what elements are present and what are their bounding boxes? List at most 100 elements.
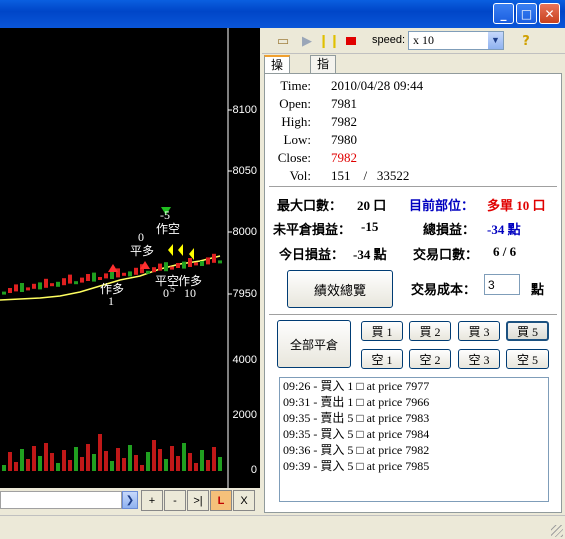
- candle: [20, 283, 24, 292]
- value: 2010/04/28 09:44: [331, 78, 424, 93]
- label: Open:: [279, 96, 311, 111]
- volume-bar: [170, 446, 174, 471]
- zoom-in-button[interactable]: +: [141, 490, 163, 511]
- candle: [164, 262, 168, 272]
- folder-open-icon[interactable]: ▭: [274, 32, 292, 50]
- buy-5-button[interactable]: 買 5: [506, 321, 549, 341]
- volume-bar: [158, 449, 162, 471]
- candle: [26, 287, 30, 291]
- candle: [218, 260, 222, 264]
- volume-bar: [128, 445, 132, 471]
- tab-operate[interactable]: 操作: [264, 55, 291, 89]
- candle: [212, 253, 216, 263]
- volume-bar: [68, 460, 72, 471]
- price-tick-7950: 7950: [232, 288, 257, 300]
- zoom-out-button[interactable]: -: [164, 490, 186, 511]
- unrealized-label: 未平倉損益：: [273, 222, 352, 237]
- ohlc-row-high: High: 7982: [265, 114, 561, 132]
- total-pnl-label: 總損益：: [423, 222, 476, 237]
- x-button[interactable]: X: [233, 490, 255, 511]
- annotation-short: 作空: [156, 222, 181, 236]
- current-position-value: 多單 10 口: [487, 198, 546, 213]
- volume-bar: [146, 452, 150, 471]
- value: 7980: [331, 132, 357, 147]
- performance-button[interactable]: 績效總覽: [287, 270, 393, 308]
- maximize-icon[interactable]: □: [516, 3, 537, 24]
- label: High:: [281, 114, 311, 129]
- volume-bar: [14, 462, 18, 471]
- buy-3-button[interactable]: 買 3: [458, 321, 500, 341]
- ohlc-row-time: Time: 2010/04/28 09:44: [265, 78, 561, 96]
- max-lots-value: 20 口: [357, 198, 387, 213]
- annotation-long-qty: 1: [108, 294, 114, 308]
- value: 7982: [331, 114, 357, 129]
- price-tick-8100: 8100: [232, 104, 257, 116]
- sell-5-button[interactable]: 空 5: [506, 349, 549, 369]
- sell-2-button[interactable]: 空 2: [409, 349, 451, 369]
- buy-1-button[interactable]: 買 1: [361, 321, 403, 341]
- pause-icon[interactable]: ❙❙: [318, 32, 340, 50]
- buy-2-button[interactable]: 買 2: [409, 321, 451, 341]
- play-icon[interactable]: ▶: [298, 32, 316, 50]
- vol-tick-4000: 4000: [232, 354, 257, 366]
- volume-bar: [134, 455, 138, 471]
- candle: [68, 274, 72, 284]
- value: 7982: [331, 150, 357, 165]
- l-button[interactable]: L: [210, 490, 232, 511]
- candle: [158, 263, 162, 271]
- current-position-label: 目前部位：: [409, 198, 475, 213]
- value: 7981: [331, 96, 357, 111]
- sell-3-button[interactable]: 空 3: [458, 349, 500, 369]
- candle: [8, 288, 12, 293]
- volume-bar: [110, 461, 114, 471]
- sell-1-button[interactable]: 空 1: [361, 349, 403, 369]
- volume-bar: [32, 446, 36, 471]
- scroll-right-icon[interactable]: ❯: [122, 491, 138, 509]
- volume-bar: [182, 443, 186, 471]
- candle: [146, 270, 150, 274]
- candle: [56, 281, 60, 287]
- volume-bar: [188, 453, 192, 471]
- speed-value: x 10: [413, 33, 434, 47]
- ohlc-row-open: Open: 7981: [265, 96, 561, 114]
- chart-controls: ❯ + - >| L X: [0, 488, 260, 513]
- label: Close:: [277, 150, 311, 165]
- speed-select[interactable]: x 10 ▼: [408, 31, 504, 50]
- candle: [134, 267, 138, 275]
- candle: [74, 281, 78, 285]
- volume-bar: [140, 465, 144, 471]
- chart-scrollbar[interactable]: [0, 491, 122, 509]
- help-icon[interactable]: ?: [517, 32, 535, 50]
- tab-indicators[interactable]: 指標: [310, 55, 337, 88]
- annotation-close-long: 平多: [130, 244, 155, 258]
- chevron-down-icon[interactable]: ▼: [488, 32, 503, 49]
- close-icon[interactable]: ✕: [539, 3, 560, 24]
- volume-bar: [56, 463, 60, 471]
- volume-bar: [104, 451, 108, 471]
- stop-icon[interactable]: [342, 32, 360, 50]
- candle: [92, 272, 96, 282]
- go-last-button[interactable]: >|: [187, 490, 209, 511]
- volume-bar: [62, 450, 66, 471]
- label: Low:: [283, 132, 311, 147]
- resize-grip-icon[interactable]: [551, 525, 563, 537]
- candle: [176, 263, 180, 268]
- volume-bar: [218, 457, 222, 471]
- minimize-icon[interactable]: _: [493, 3, 514, 24]
- candle: [128, 271, 132, 277]
- candle: [206, 257, 210, 265]
- status-bar: [0, 515, 565, 539]
- max-lots-label: 最大口數：: [277, 198, 343, 213]
- cost-input[interactable]: [484, 274, 520, 295]
- volume-bar: [116, 448, 120, 471]
- price-tick-8050: 8050: [232, 165, 257, 177]
- close-all-button[interactable]: 全部平倉: [277, 320, 351, 368]
- ohlc-row-low: Low: 7980: [265, 132, 561, 150]
- cost-unit: 點: [531, 282, 545, 297]
- candle: [14, 284, 18, 292]
- trade-log[interactable]: 09:26 - 買入 1 □ at price 7977 09:31 - 賣出 …: [279, 377, 549, 502]
- volume-chart: 4000 2000 0: [0, 348, 260, 488]
- volume-bar: [74, 447, 78, 471]
- today-pnl-value: -34 點: [353, 247, 387, 262]
- volume-bar: [38, 456, 42, 471]
